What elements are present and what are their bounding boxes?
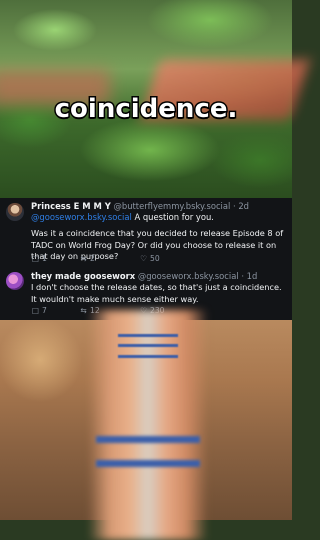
repost-icon: ⇆ (80, 254, 87, 263)
reply-count: 7 (42, 306, 47, 315)
post-time: · 1d (241, 271, 258, 281)
display-name[interactable]: Princess E M M Y (31, 201, 111, 211)
post-thread-panel: Princess E M M Y @butterflyemmy.bsky.soc… (0, 198, 292, 322)
background-bottom-scene (0, 310, 292, 540)
reply-button[interactable]: □ 1 (31, 254, 47, 263)
reply-button[interactable]: □ 7 (31, 306, 47, 315)
avatar[interactable] (6, 272, 24, 290)
reply-icon: □ (31, 254, 40, 263)
display-name[interactable]: they made gooseworx (31, 271, 135, 281)
pole-stripe (118, 334, 178, 337)
repost-button[interactable]: ⇆ 2 (79, 254, 95, 263)
reply-count: 1 (42, 254, 47, 263)
post-lead-line: @gooseworx.bsky.social A question for yo… (31, 212, 214, 223)
reply-icon: □ (31, 306, 40, 315)
post-lead-text: A question for you. (131, 212, 214, 222)
repost-icon: ⇆ (80, 306, 87, 315)
avatar[interactable] (6, 203, 24, 221)
repost-count: 2 (90, 254, 95, 263)
pole-stripe (118, 344, 178, 347)
post-text: I don't choose the release dates, so tha… (31, 282, 282, 304)
pole-stripe (96, 436, 200, 443)
post-header: they made gooseworx @gooseworx.bsky.soci… (31, 271, 257, 282)
pole-stripe (96, 460, 200, 467)
user-handle[interactable]: @butterflyemmy.bsky.social (114, 201, 231, 211)
mention-link[interactable]: @gooseworx.bsky.social (31, 212, 132, 222)
post-header: Princess E M M Y @butterflyemmy.bsky.soc… (31, 201, 249, 212)
post-time: · 2d (233, 201, 249, 211)
pole-stripe (118, 355, 178, 358)
video-caption: coincidence. (53, 93, 239, 126)
like-count: 50 (150, 254, 160, 263)
like-button[interactable]: ♡ 50 (139, 254, 160, 263)
heart-icon: ♡ (140, 254, 147, 263)
user-handle[interactable]: @gooseworx.bsky.social (138, 271, 239, 281)
